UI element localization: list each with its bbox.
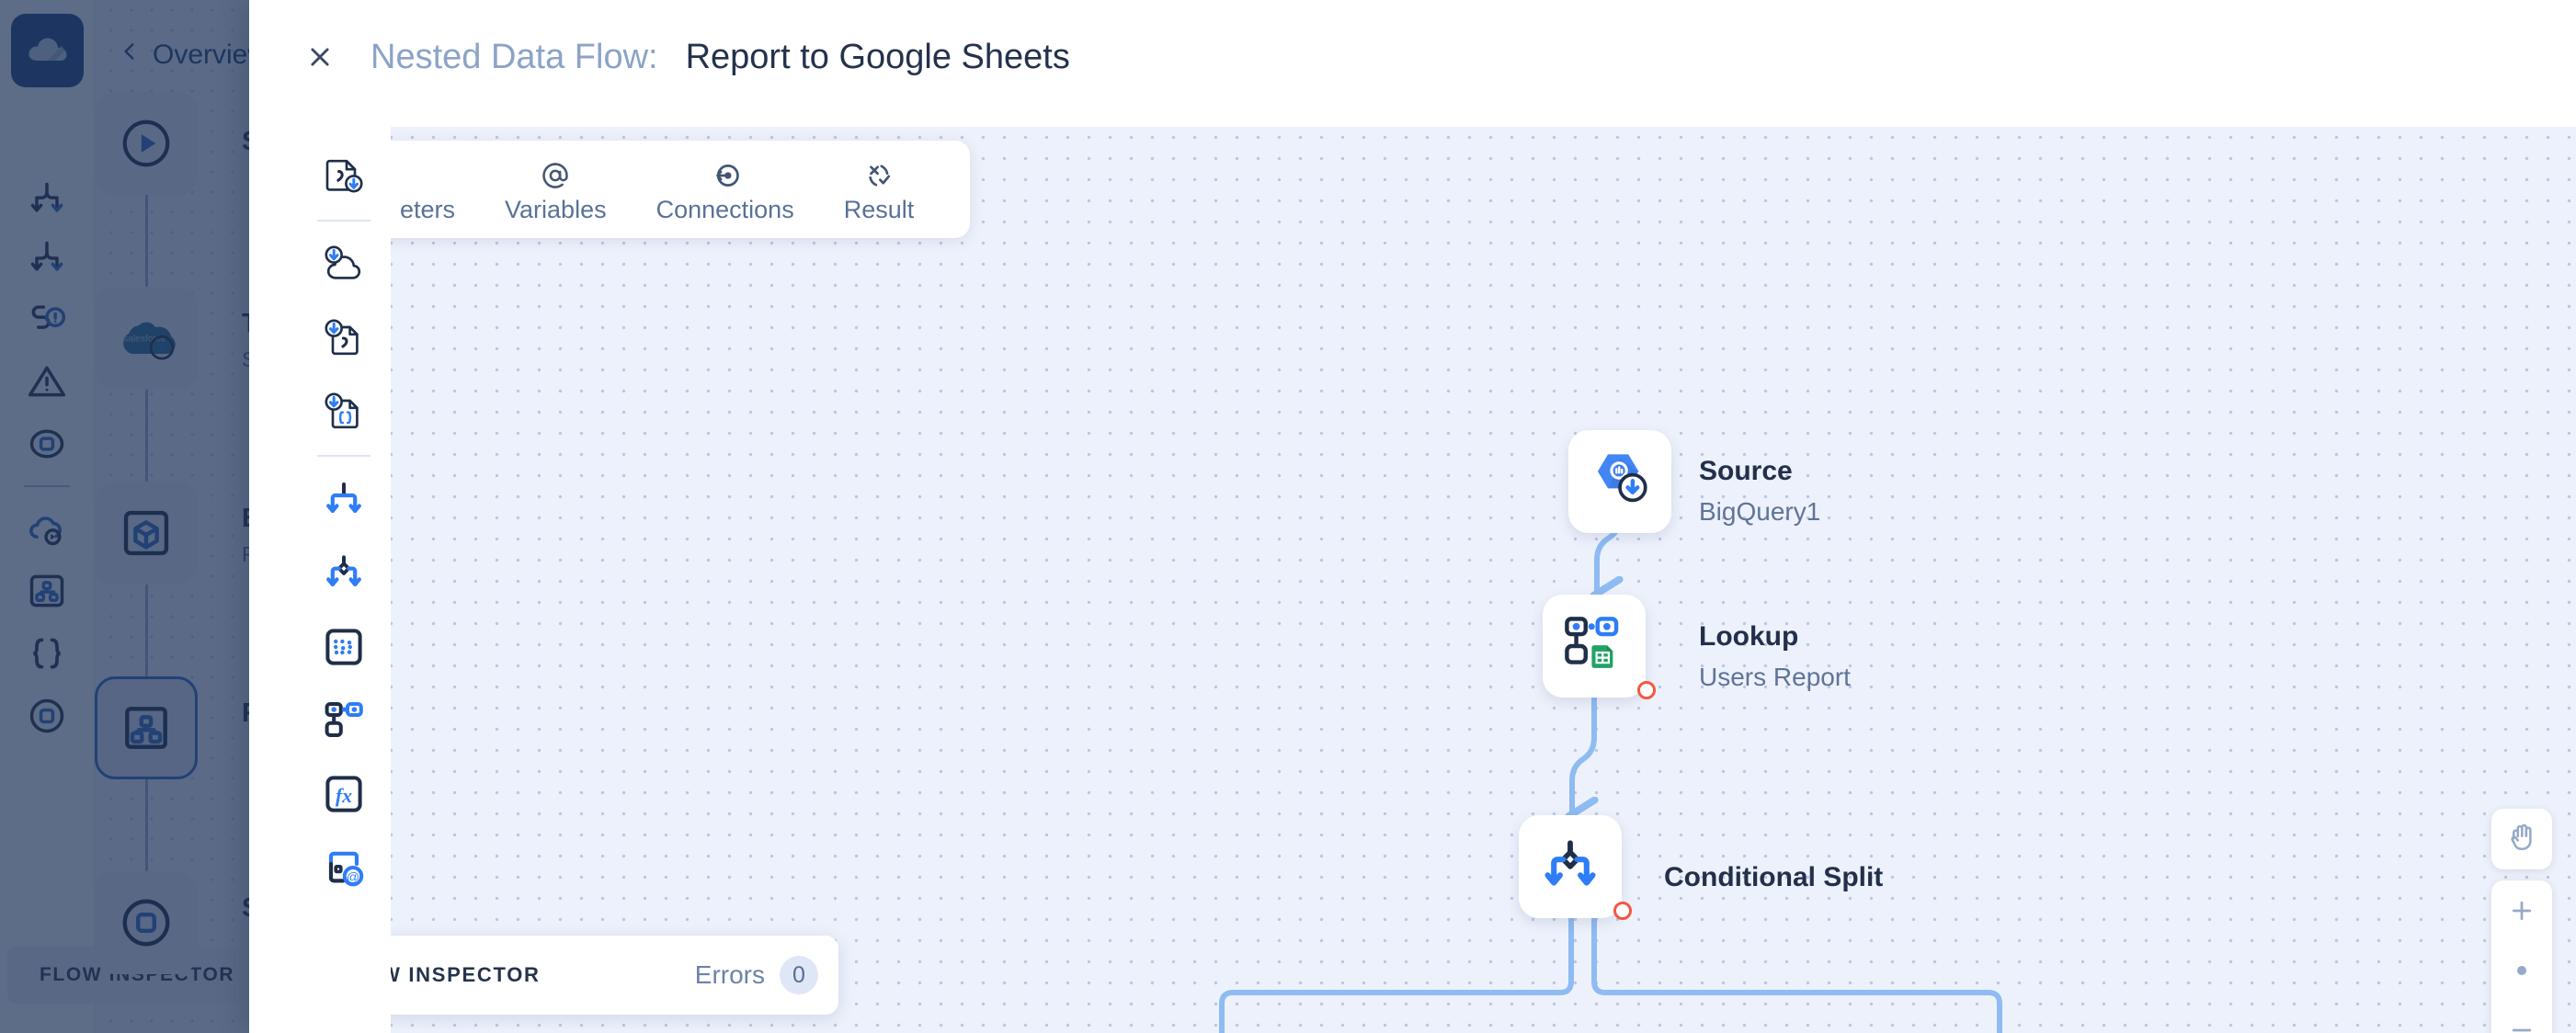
flow-node-lookup[interactable] (1543, 595, 1656, 699)
errors-count-badge: 0 (780, 956, 818, 994)
palette-lookup[interactable] (307, 684, 381, 757)
result-check-icon (863, 154, 895, 191)
palette-split[interactable] (307, 463, 381, 537)
flow-node-title: Source (1699, 456, 1793, 486)
plug-connect-icon (710, 154, 741, 191)
nested-data-flow-modal: Nested Data Flow: Report to Google Sheet… (249, 0, 2576, 1033)
svg-text:@: @ (346, 869, 359, 884)
tab-label: Result (843, 196, 915, 223)
zoom-in-button[interactable] (2491, 880, 2552, 940)
svg-text:fx: fx (335, 784, 351, 807)
palette-variable[interactable]: @ (307, 831, 381, 904)
page-title: Report to Google Sheets (685, 37, 1070, 76)
palette-divider (316, 220, 370, 221)
at-sign-icon (540, 154, 571, 191)
tab-parameters[interactable]: eters (375, 154, 480, 224)
tab-variables[interactable]: Variables (480, 154, 632, 224)
palette-divider (316, 455, 370, 457)
conditional-split-icon (1544, 840, 1596, 886)
component-palette: fx @ (296, 127, 391, 1033)
flow-node-source[interactable] (1568, 430, 1671, 533)
tab-label: Variables (505, 196, 607, 223)
flow-node-title: Conditional Split (1664, 862, 1884, 892)
bigquery-source-icon (1597, 454, 1647, 503)
close-icon[interactable] (296, 33, 344, 81)
node-error-indicator[interactable] (1637, 681, 1656, 699)
modal-header: Nested Data Flow: Report to Google Sheet… (249, 0, 2576, 114)
zoom-controls (2491, 880, 2552, 1033)
flow-node-conditional-split[interactable] (1519, 815, 1632, 920)
palette-json-source[interactable] (307, 375, 381, 448)
zoom-out-button[interactable] (2491, 1001, 2552, 1033)
palette-conditional-split[interactable] (307, 537, 381, 610)
flow-tabs-bar: eters Variables Connections Result (344, 141, 971, 238)
pan-tool-button[interactable] (2491, 809, 2552, 869)
palette-csv-import[interactable] (307, 140, 381, 213)
tab-label: Connections (655, 196, 794, 223)
palette-data-sample[interactable] (307, 610, 381, 684)
modal-kind-label: Nested Data Flow: (370, 37, 658, 76)
flow-node-subtitle: BigQuery1 (1699, 497, 1821, 526)
tab-connections[interactable]: Connections (632, 154, 819, 224)
flow-connectors (1219, 474, 2002, 1033)
tab-result[interactable]: Result (819, 154, 940, 224)
node-error-indicator[interactable] (1613, 902, 1632, 920)
palette-formula[interactable]: fx (307, 757, 381, 831)
palette-cloud-source[interactable] (307, 228, 381, 301)
zoom-reset-dot-icon[interactable] (2491, 940, 2552, 1000)
flow-node-title: Lookup (1699, 621, 1799, 652)
flow-canvas[interactable]: Source BigQuery1 Lookup Users Report Con… (296, 127, 2576, 1033)
flow-node-subtitle: Users Report (1699, 663, 1851, 691)
palette-csv-source[interactable] (307, 301, 381, 375)
tab-label: eters (400, 196, 456, 223)
lookup-google-sheets-icon (1565, 617, 1619, 668)
errors-label: Errors (694, 960, 765, 989)
hand-pan-icon (2506, 822, 2537, 857)
flow-inspector-errors[interactable]: Errors 0 (695, 956, 818, 994)
